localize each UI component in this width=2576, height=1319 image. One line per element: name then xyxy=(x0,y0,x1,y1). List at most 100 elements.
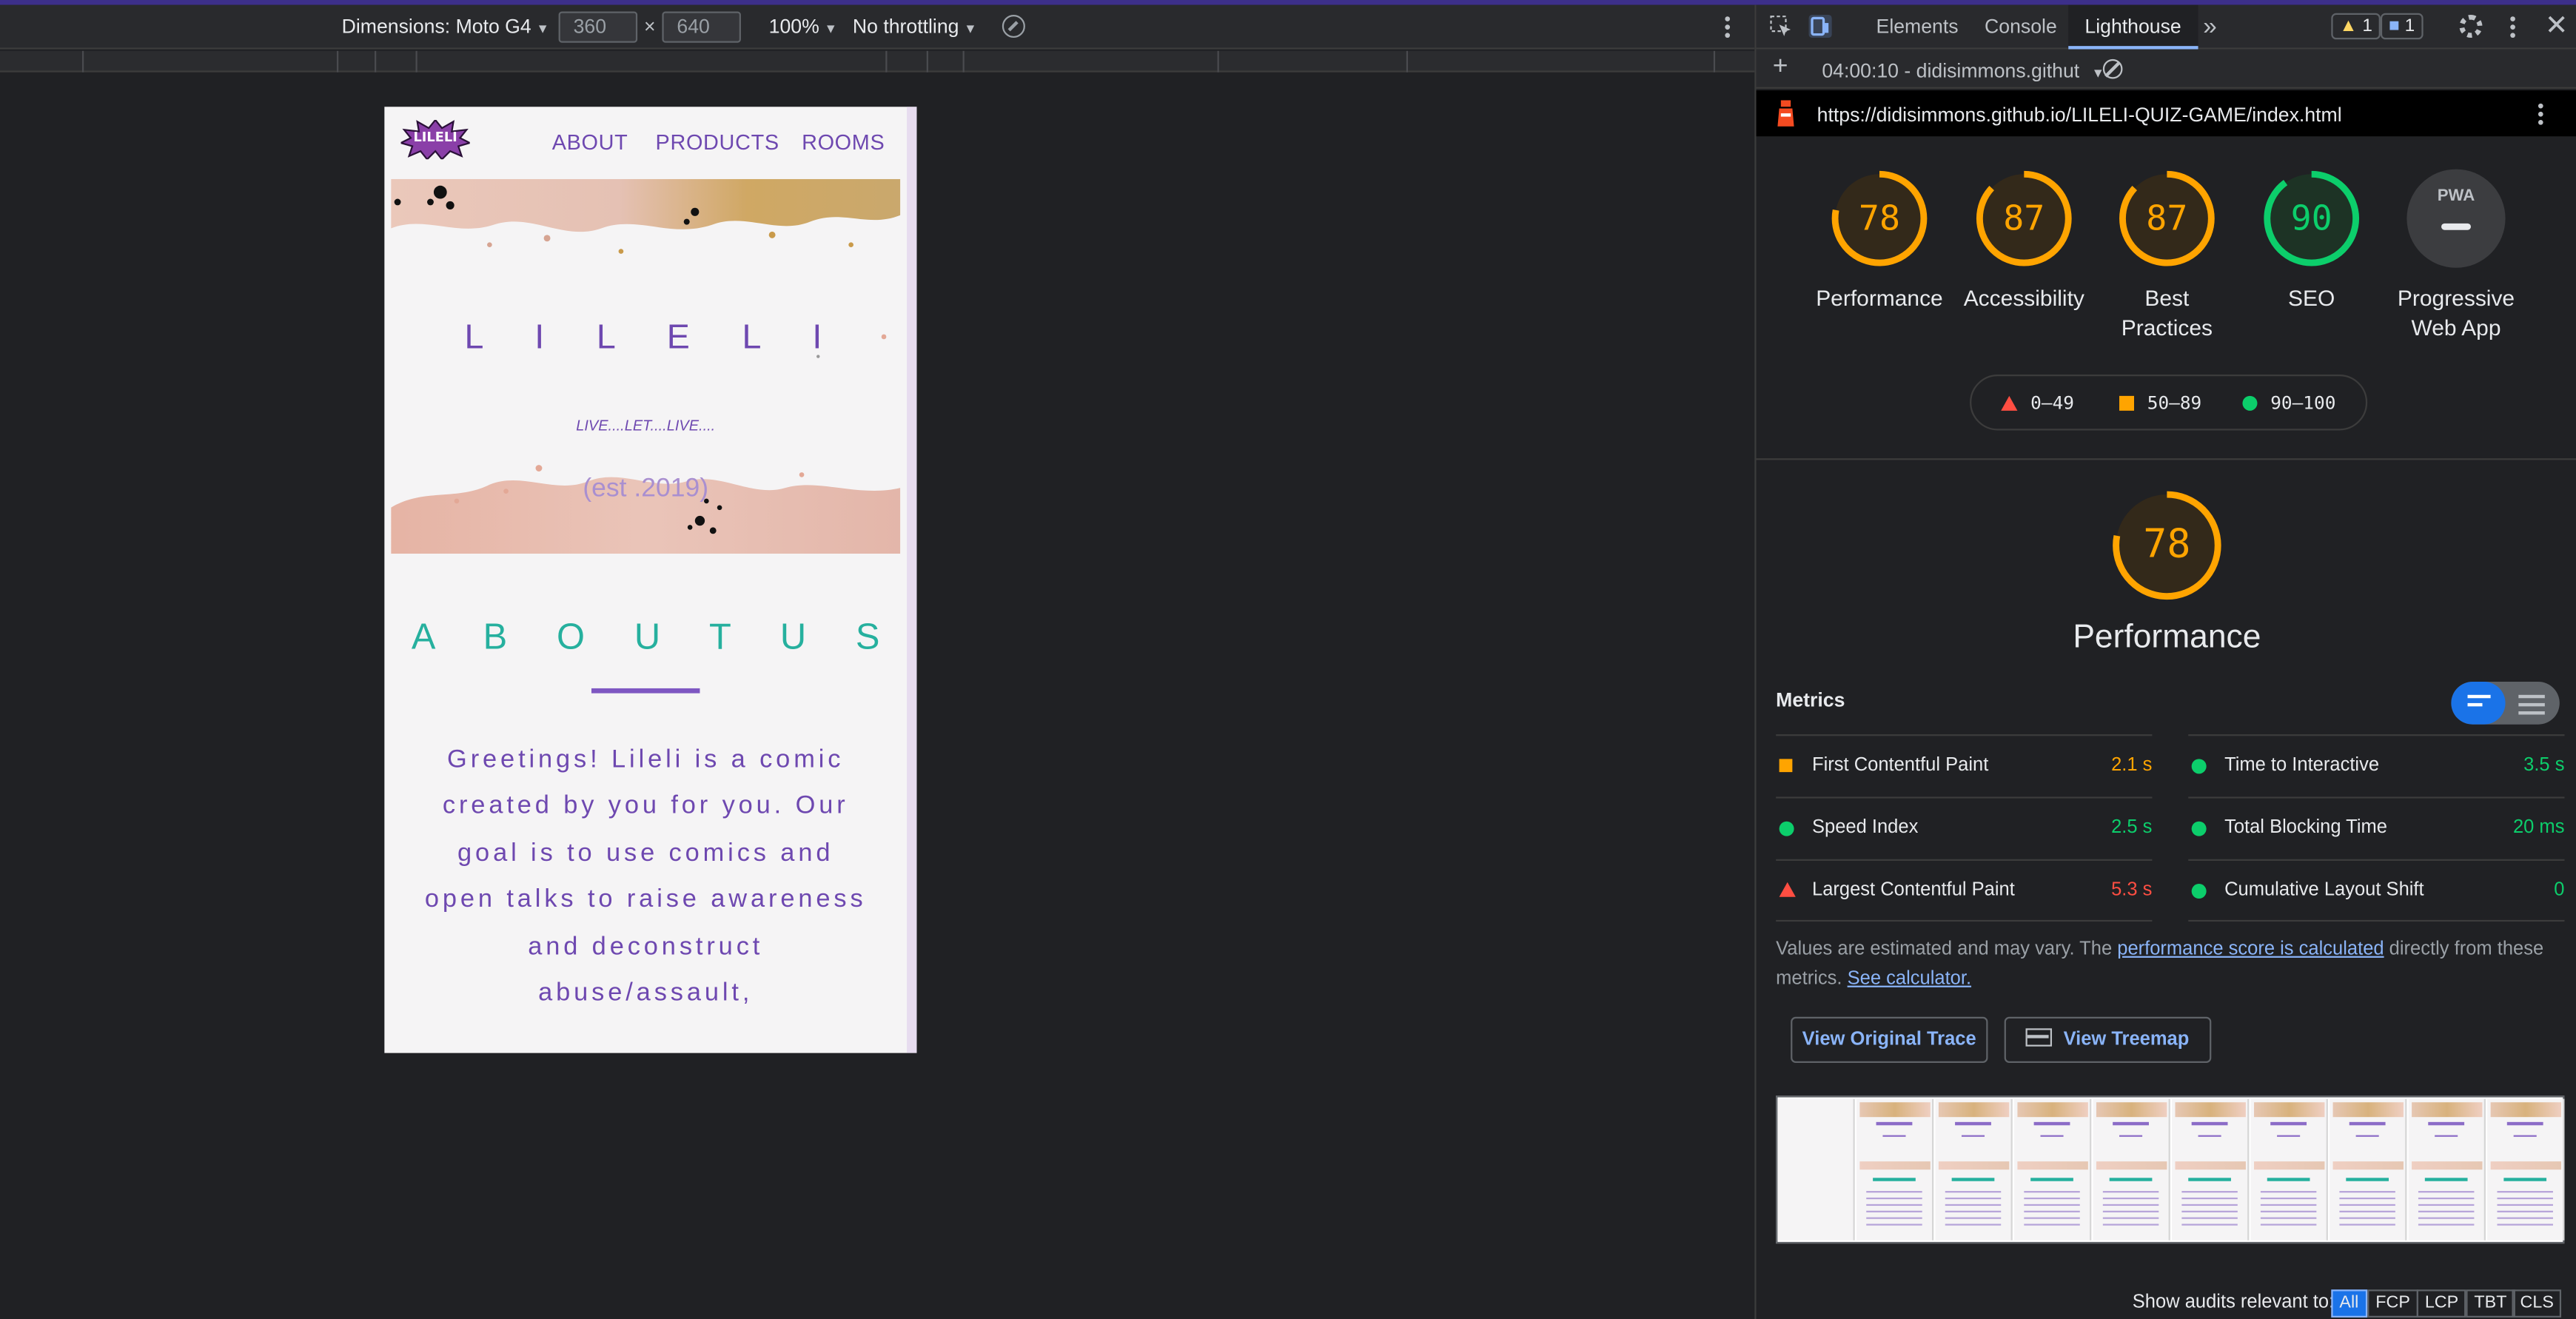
new-report-plus-icon[interactable]: + xyxy=(1773,53,1788,82)
performance-score: 78 xyxy=(1858,198,1901,238)
warning-icon: ▲ xyxy=(2339,16,2358,36)
logo-text: LILELI xyxy=(413,130,457,145)
nav-about[interactable]: ABOUT xyxy=(552,130,628,154)
messages-badge[interactable]: ■ 1 xyxy=(2380,13,2424,40)
filmstrip-frame[interactable] xyxy=(1856,1098,1934,1241)
inspect-element-icon[interactable] xyxy=(1769,15,1792,38)
metric-name: Largest Contentful Paint xyxy=(1811,880,2015,901)
filmstrip-frame[interactable] xyxy=(1777,1098,1855,1241)
hero-established: (est .2019) xyxy=(583,474,709,503)
rotate-icon[interactable] xyxy=(1002,14,1025,38)
filter-tbt[interactable]: TBT xyxy=(2466,1289,2515,1318)
metric-value: 5.3 s xyxy=(2111,880,2153,901)
metric-value: 2.5 s xyxy=(2111,818,2153,838)
filmstrip-frame[interactable] xyxy=(2408,1098,2486,1241)
score-calculation-link[interactable]: performance score is calculated xyxy=(2117,939,2384,959)
tab-lighthouse[interactable]: Lighthouse xyxy=(2068,4,2198,50)
filmstrip-frame[interactable] xyxy=(2487,1098,2565,1241)
filmstrip-frame[interactable] xyxy=(1935,1098,2013,1241)
more-tabs-icon[interactable]: » xyxy=(2203,5,2217,50)
report-menu-icon[interactable] xyxy=(2538,103,2543,125)
screenshot-filmstrip xyxy=(1776,1095,2565,1244)
filmstrip-frame[interactable] xyxy=(2093,1098,2170,1241)
score-legend: 0–49 50–89 90–100 xyxy=(1970,375,2368,431)
warnings-badge[interactable]: ▲ 1 xyxy=(2331,13,2381,40)
gauge-performance[interactable]: 78 Performance xyxy=(1797,170,1962,314)
view-treemap-label: View Treemap xyxy=(2063,1030,2190,1050)
nav-products[interactable]: PRODUCTS xyxy=(656,130,779,154)
filmstrip-frame[interactable] xyxy=(2250,1098,2328,1241)
compact-view-icon xyxy=(2467,694,2495,711)
metric-speed-index[interactable]: Speed Index 2.5 s xyxy=(1776,796,2153,859)
performance-big-score: 78 xyxy=(2143,520,2191,567)
report-selector-label: 04:00:10 - didisimmons.githut xyxy=(1822,58,2080,82)
filter-fcp[interactable]: FCP xyxy=(2367,1289,2418,1318)
show-audits-label: Show audits relevant to: xyxy=(2132,1292,2335,1313)
nav-rooms[interactable]: ROOMS xyxy=(802,130,885,154)
pass-circle-icon xyxy=(2242,395,2258,411)
devtools-tabbar: Elements Console Lighthouse » ▲ 1 ■ 1 ✕ xyxy=(1756,4,2576,50)
metric-time-to-interactive[interactable]: Time to Interactive 3.5 s xyxy=(2188,734,2565,796)
best-practices-score: 87 xyxy=(2146,198,2188,238)
screen: Dimensions: Moto G4 ▼ 360 × 640 100% ▼ No … xyxy=(0,0,2576,1319)
metric-name: First Contentful Paint xyxy=(1811,755,1989,776)
site-logo[interactable]: LILELI xyxy=(400,120,470,160)
tab-elements[interactable]: Elements xyxy=(1876,5,1959,50)
legend-pass-label: 90–100 xyxy=(2270,392,2336,415)
gauge-best-practices[interactable]: 87 Best Practices xyxy=(2084,170,2249,343)
metrics-disclaimer: Values are estimated and may vary. The p… xyxy=(1776,935,2548,994)
report-selector[interactable]: 04:00:10 - didisimmons.githut ▼ xyxy=(1822,59,2104,82)
more-options-icon[interactable] xyxy=(1725,16,1731,38)
filter-lcp[interactable]: LCP xyxy=(2416,1289,2467,1318)
legend-average-label: 50–89 xyxy=(2147,392,2202,415)
tab-console[interactable]: Console xyxy=(1985,5,2057,50)
legend-pass: 90–100 xyxy=(2242,392,2335,414)
note-prefix: Values are estimated and may vary. The xyxy=(1776,939,2118,960)
filmstrip-frame[interactable] xyxy=(2330,1098,2407,1241)
settings-gear-icon[interactable] xyxy=(2459,14,2483,38)
gauge-pwa[interactable]: PWA Progressive Web App xyxy=(2374,169,2538,343)
metric-largest-contentful-paint[interactable]: Largest Contentful Paint 5.3 s xyxy=(1776,859,2153,922)
device-toolbar-icon[interactable] xyxy=(1808,14,1832,38)
accessibility-score: 87 xyxy=(2003,198,2045,238)
media-query-ruler[interactable] xyxy=(0,50,1755,73)
gauge-seo[interactable]: 90 SEO xyxy=(2230,170,2394,314)
performance-title: Performance xyxy=(2073,619,2261,656)
about-title: A B O U T U S xyxy=(411,616,900,657)
about-text: Greetings! Lileli is a comic created by … xyxy=(424,745,867,1007)
device-dimensions-select[interactable]: Dimensions: Moto G4 ▼ xyxy=(342,5,549,50)
about-divider xyxy=(591,688,700,694)
device-dimensions-label: Dimensions: Moto G4 xyxy=(341,14,531,38)
performance-label: Performance xyxy=(1816,286,1943,311)
message-icon: ■ xyxy=(2389,16,2400,36)
hero-banner: L I L E L I LIVE....LET....LIVE.... (est… xyxy=(391,178,901,554)
metrics-view-toggle[interactable] xyxy=(2451,682,2560,725)
view-treemap-button[interactable]: View Treemap xyxy=(2004,1016,2211,1063)
throttling-select[interactable]: No throttling ▼ xyxy=(853,5,977,50)
category-gauges: 78 Performance 87 Accessibility 87 Best … xyxy=(1757,169,2576,366)
metric-total-blocking-time[interactable]: Total Blocking Time 20 ms xyxy=(2188,796,2565,859)
filter-cls[interactable]: CLS xyxy=(2512,1289,2563,1318)
gauge-accessibility[interactable]: 87 Accessibility xyxy=(1942,170,2106,314)
pass-circle-icon xyxy=(1779,821,1794,836)
view-original-trace-button[interactable]: View Original Trace xyxy=(1791,1016,1988,1063)
device-height-input[interactable]: 640 xyxy=(662,11,741,43)
close-devtools-icon[interactable]: ✕ xyxy=(2545,10,2569,42)
dimension-times-sign: × xyxy=(644,14,656,38)
filmstrip-frame[interactable] xyxy=(2172,1098,2250,1241)
devtools-menu-icon[interactable] xyxy=(2510,16,2515,38)
accessibility-label: Accessibility xyxy=(1963,286,2084,311)
audit-filter-bar: Show audits relevant to: All FCP LCP TBT… xyxy=(1757,1289,2576,1319)
clear-reports-icon[interactable] xyxy=(2102,58,2123,79)
lighthouse-icon xyxy=(1777,100,1794,127)
metrics-header: Metrics xyxy=(1776,688,1845,712)
device-width-input[interactable]: 360 xyxy=(558,11,638,43)
metric-first-contentful-paint[interactable]: First Contentful Paint 2.1 s xyxy=(1776,734,2153,796)
filmstrip-frame[interactable] xyxy=(2013,1098,2092,1241)
see-calculator-link[interactable]: See calculator. xyxy=(1848,969,1971,989)
viewport-scrollbar[interactable] xyxy=(907,107,917,1053)
zoom-select[interactable]: 100% ▼ xyxy=(769,5,837,50)
metric-cumulative-layout-shift[interactable]: Cumulative Layout Shift 0 xyxy=(2188,859,2565,922)
best-practices-label: Best Practices xyxy=(2121,286,2213,340)
filter-all[interactable]: All xyxy=(2331,1289,2367,1318)
